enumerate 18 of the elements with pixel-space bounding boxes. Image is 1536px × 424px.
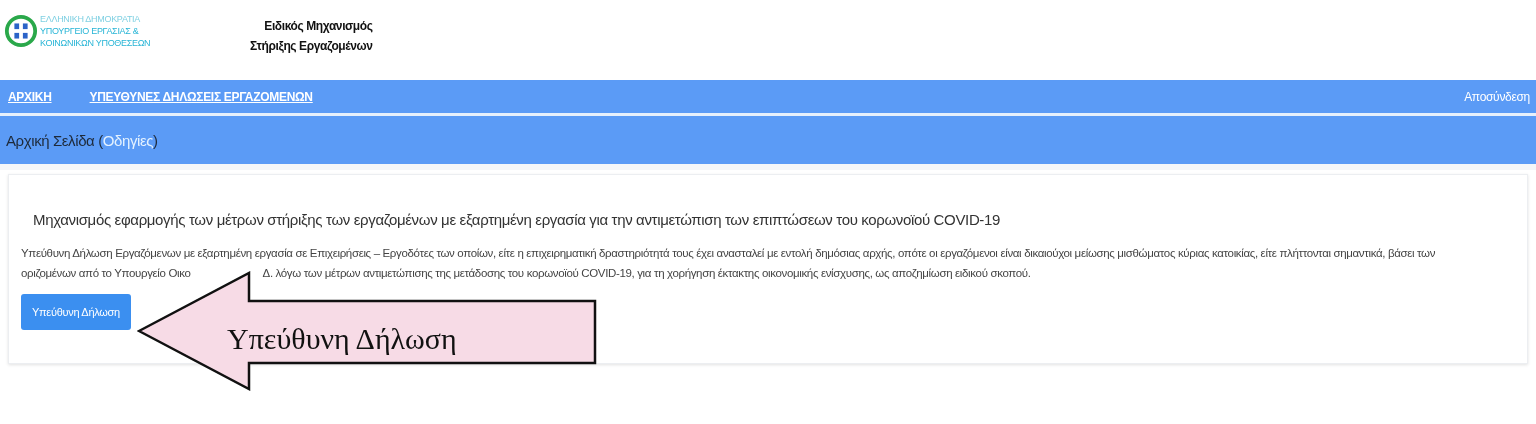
emblem-logo <box>4 14 38 48</box>
site-title: Ειδικός Μηχανισμός <box>264 18 373 35</box>
callout-label: Υπεύθυνη Δήλωση <box>227 322 457 356</box>
declaration-button[interactable]: Υπεύθυνη Δήλωση <box>21 294 131 330</box>
ministry-name: ΥΠΟΥΡΓΕΙΟ ΕΡΓΑΣΙΑΣ & <box>40 25 140 37</box>
nav-link[interactable]: ΑΡΧΙΚΗ <box>8 89 52 104</box>
help-link[interactable]: Οδηγίες <box>102 131 154 149</box>
description-text: Δ. λόγω των μέτρων αντιμετώπισης της μετάδοσης του κορωνοϊού COVID-19, για τη χορήγηση έκτακτης οικονομικής ενίσχυσης, ως αποζημίωση ειδικού σκοπού. <box>262 266 1031 280</box>
description-text: οριζομένων από το Υπουργείο Οικο <box>21 266 191 280</box>
ministry-name: ΕΛΛΗΝΙΚΗ ΔΗΜΟΚΡΑΤΙΑ <box>40 13 141 25</box>
description-text: Υπεύθυνη Δήλωση Εργαζόμενων με εξαρτημένη εργασία σε Επιχειρήσεις – Εργοδότες των οποίων, είτε η επιχειρηματική δραστηριότητά τους έχει ανασταλεί με εντολή δημόσιας αρχής, οπότε οι εργαζόμενοι είναι δικαιούχοι μείωσης μισθώματος κύριας κατοικίας, είτε πλήττονται σημαντικά, βάσει των <box>21 246 1437 260</box>
logout-link[interactable]: Αποσύνδεση <box>1464 89 1530 104</box>
page-title: Αρχική Σελίδα ( <box>6 131 103 149</box>
card-heading: Μηχανισμός εφαρμογής των μέτρων στήριξης των εργαζομένων με εξαρτημένη εργασία για την αντιμετώπιση των επιπτώσεων του κορωνοϊού COVID-19 <box>33 211 1001 228</box>
site-title: Στήριξης Εργαζομένων <box>250 38 373 55</box>
parenthesis: ) <box>153 131 158 149</box>
nav-link[interactable]: ΥΠΕΥΘΥΝΕΣ ΔΗΛΩΣΕΙΣ ΕΡΓΑΖΟΜΕΝΩΝ <box>89 89 313 104</box>
ministry-name: ΚΟΙΝΩΝΙΚΩΝ ΥΠΟΘΕΣΕΩΝ <box>40 37 152 49</box>
